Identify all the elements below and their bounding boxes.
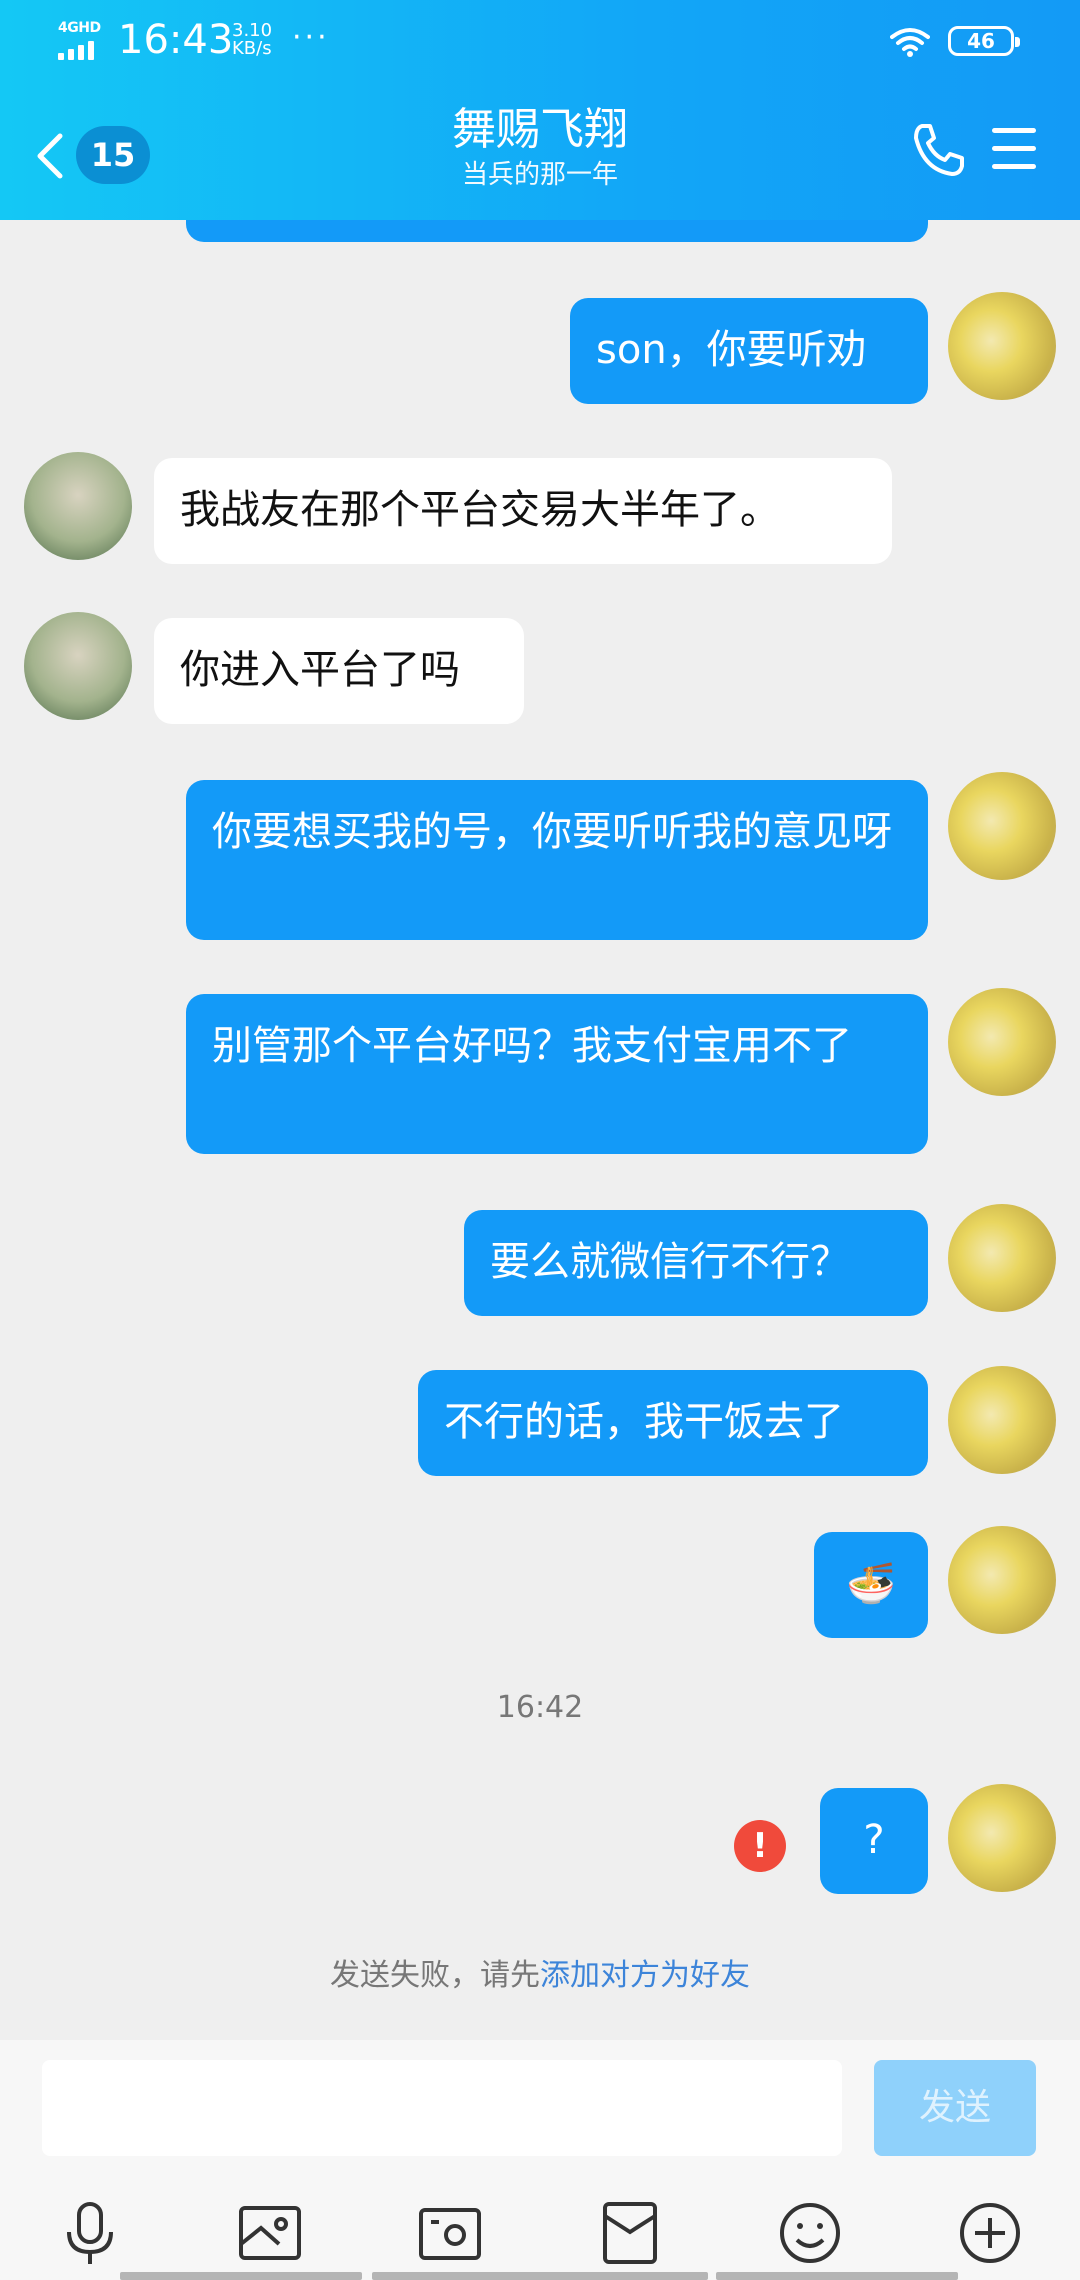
microphone-icon[interactable] [55,2198,125,2268]
emoji-icon[interactable] [775,2198,845,2268]
network-label: 4GHD [58,20,101,36]
avatar-self[interactable] [948,292,1056,400]
message-bubble[interactable]: 要么就微信行不行？ [464,1210,928,1316]
message-bubble[interactable]: 我战友在那个平台交易大半年了。 [154,458,892,564]
phone-icon[interactable] [908,120,968,180]
status-more-dots: ··· [292,20,330,55]
message-bubble-partial[interactable] [186,220,928,242]
message-bubble-emoji[interactable]: 🍜 [814,1532,928,1638]
message-bubble[interactable]: 别管那个平台好吗？我支付宝用不了 [186,994,928,1154]
avatar-self[interactable] [948,988,1056,1096]
send-button[interactable]: 发送 [874,2060,1036,2156]
signal-bars-icon [58,40,104,60]
send-failed-notice: 发送失败，请先添加对方为好友 [0,1950,1080,1994]
back-button[interactable]: 15 [26,120,156,190]
chat-subtitle: 当兵的那一年 [461,160,618,190]
error-icon[interactable]: ! [734,1820,786,1872]
avatar-self[interactable] [948,772,1056,880]
message-timestamp: 16:42 [496,1690,584,1725]
gesture-bar-center [372,2272,708,2280]
gesture-bar-left [120,2272,362,2280]
message-bubble[interactable]: 你进入平台了吗 [154,618,524,724]
chat-screen: 4GHD 16:43 3.10 KB/s ··· 46 15 舞赐飞翔 当兵的那… [0,0,1080,2280]
nav-bar: 15 舞赐飞翔 当兵的那一年 [0,86,1080,220]
message-bubble[interactable]: 不行的话，我干饭去了 [418,1370,928,1476]
camera-icon[interactable] [415,2198,485,2268]
avatar-self[interactable] [948,1526,1056,1634]
plus-icon[interactable] [955,2198,1025,2268]
chat-title: 舞赐飞翔 [452,104,628,155]
chat-title-area[interactable]: 舞赐飞翔 当兵的那一年 [290,102,790,192]
message-bubble-failed[interactable]: ? [820,1788,928,1894]
image-icon[interactable] [235,2198,305,2268]
back-arrow-icon [37,133,63,179]
input-bar: 发送 [0,2040,1080,2190]
message-list[interactable]: son，你要听劝 我战友在那个平台交易大半年了。 你进入平台了吗 你要想买我的号… [0,220,1080,2040]
message-bubble[interactable]: 你要想买我的号，你要听听我的意见呀 [186,780,928,940]
chat-header: 4GHD 16:43 3.10 KB/s ··· 46 15 舞赐飞翔 当兵的那… [0,0,1080,220]
red-packet-icon[interactable] [595,2198,665,2268]
add-friend-link[interactable]: 添加对方为好友 [540,1958,750,1993]
network-speed-unit: KB/s [232,38,272,59]
wifi-icon [890,28,930,57]
message-input[interactable] [42,2060,842,2156]
message-bubble[interactable]: son，你要听劝 [570,298,928,404]
status-time: 16:43 [118,17,234,63]
avatar-self[interactable] [948,1204,1056,1312]
avatar-self[interactable] [948,1784,1056,1892]
avatar-contact[interactable] [24,612,132,720]
avatar-self[interactable] [948,1366,1056,1474]
battery-indicator: 46 [948,26,1020,56]
network-indicator: 4GHD [58,20,104,60]
status-bar: 4GHD 16:43 3.10 KB/s ··· 46 [0,0,1080,86]
network-speed: 3.10 KB/s [232,22,272,58]
avatar-contact[interactable] [24,452,132,560]
bottom-toolbar [0,2190,1080,2280]
unread-badge: 15 [76,126,150,184]
send-failed-text: 发送失败，请先 [330,1958,540,1993]
menu-icon[interactable] [990,124,1040,174]
gesture-bar-right [716,2272,958,2280]
